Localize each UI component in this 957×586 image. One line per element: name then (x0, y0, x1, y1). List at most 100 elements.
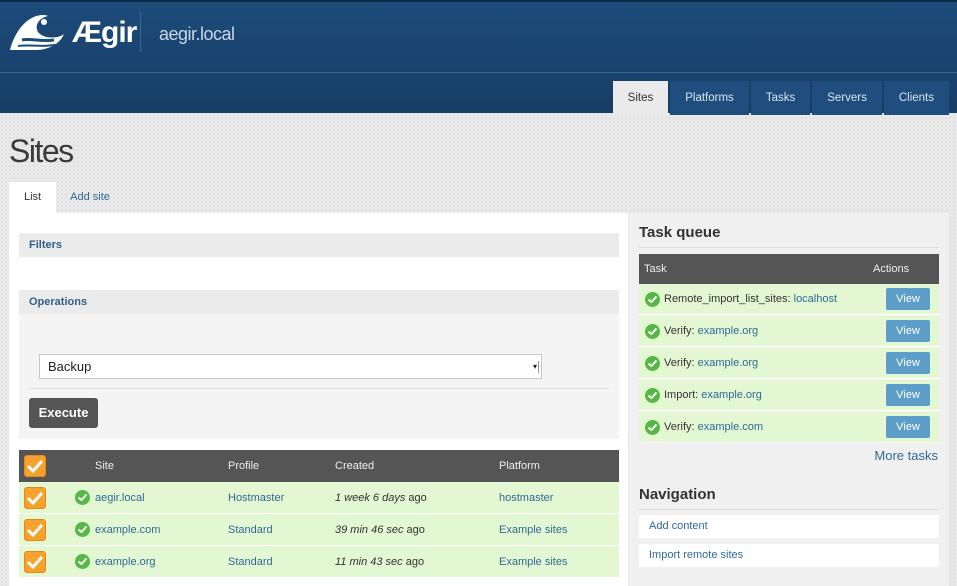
operation-select[interactable]: Backup ▾ (39, 354, 542, 379)
site-link[interactable]: example.org (95, 546, 156, 578)
navigation-title: Navigation (639, 486, 716, 503)
more-tasks-link[interactable]: More tasks (874, 448, 938, 463)
operations-divider (29, 388, 609, 389)
column-header-site[interactable]: Site (95, 450, 114, 482)
row-checkbox[interactable] (24, 519, 46, 541)
status-ok-icon (645, 356, 660, 371)
profile-link[interactable]: Standard (228, 546, 273, 578)
checkmark-icon (27, 523, 43, 537)
site-link[interactable]: example.com (95, 514, 160, 546)
checkmark-icon (27, 491, 43, 505)
nav-link-import-remote-sites[interactable]: Import remote sites (639, 544, 939, 567)
task-label: Remote_import_list_sites: (664, 293, 791, 305)
task-queue-header: Task Actions (639, 254, 939, 284)
chevron-down-icon: ▾ (533, 361, 539, 373)
status-ok-icon (645, 388, 660, 403)
platform-link[interactable]: hostmaster (499, 482, 553, 514)
view-button[interactable]: View (886, 384, 930, 406)
operations-panel: Backup ▾ Execute (19, 314, 619, 439)
status-ok-icon (645, 292, 660, 307)
execute-button[interactable]: Execute (29, 398, 98, 428)
checkmark-icon (27, 555, 43, 569)
platform-link[interactable]: Example sites (499, 514, 567, 546)
task-target-link[interactable]: localhost (794, 293, 837, 305)
task-label: Verify: (664, 357, 695, 369)
column-header-profile[interactable]: Profile (228, 450, 259, 482)
column-header-created[interactable]: Created (335, 450, 374, 482)
aegir-logo-icon[interactable] (8, 10, 66, 52)
select-all-checkbox[interactable] (24, 455, 46, 477)
profile-link[interactable]: Standard (228, 514, 273, 546)
nav-link-add-content[interactable]: Add content (639, 515, 939, 538)
task-target-link[interactable]: example.org (698, 325, 759, 337)
column-header-platform[interactable]: Platform (499, 450, 540, 482)
created-cell: 11 min 43 sec ago (335, 546, 424, 578)
profile-link[interactable]: Hostmaster (228, 482, 284, 514)
checkmark-icon (27, 459, 43, 473)
logo-wordmark[interactable]: Ægir (72, 16, 137, 50)
sidebar: Task queue Task Actions Remote_import_li… (629, 213, 949, 586)
task-text: Remote_import_list_sites: localhost (664, 284, 837, 315)
filters-header[interactable]: Filters (19, 233, 619, 257)
task-queue-rule (639, 247, 939, 248)
table-row: example.org Standard 11 min 43 sec ago E… (19, 546, 619, 578)
created-suffix: ago (403, 524, 425, 536)
task-text: Verify: example.com (664, 412, 763, 443)
task-row: Verify: example.com View (639, 412, 939, 443)
view-button[interactable]: View (886, 320, 930, 342)
nav-tab-servers[interactable]: Servers (812, 81, 882, 115)
task-text: Verify: example.org (664, 348, 758, 379)
task-label: Verify: (664, 421, 695, 433)
nav-tab-sites[interactable]: Sites (612, 81, 669, 115)
created-suffix: ago (405, 492, 427, 504)
tab-list[interactable]: List (9, 182, 57, 213)
status-ok-icon (75, 490, 90, 505)
task-row: Import: example.org View (639, 380, 939, 411)
operation-select-value: Backup (48, 359, 92, 374)
main-nav: Sites Platforms Tasks Servers Clients (611, 81, 949, 115)
page-title: Sites (9, 133, 74, 169)
status-ok-icon (645, 420, 660, 435)
view-button[interactable]: View (886, 416, 930, 438)
header-rule (0, 72, 957, 73)
status-ok-icon (75, 522, 90, 537)
operations-header[interactable]: Operations (19, 290, 619, 314)
page-tabs: List Add site (9, 182, 124, 213)
task-row: Verify: example.org View (639, 348, 939, 379)
created-value: 1 week 6 days (335, 492, 406, 504)
task-label: Import: (664, 389, 699, 401)
column-header-task: Task (644, 263, 667, 275)
task-row: Verify: example.org View (639, 316, 939, 347)
status-ok-icon (75, 554, 90, 569)
site-header: Ægir aegir.local Sites Platforms Tasks S… (0, 0, 957, 115)
platform-link[interactable]: Example sites (499, 546, 567, 578)
created-value: 11 min 43 sec (335, 556, 403, 568)
main-content: Filters Operations Backup ▾ Execute Site… (9, 213, 628, 586)
view-button[interactable]: View (886, 288, 930, 310)
created-cell: 39 min 46 sec ago (335, 514, 425, 546)
nav-tab-clients[interactable]: Clients (883, 81, 949, 115)
task-text: Verify: example.org (664, 316, 758, 347)
task-text: Import: example.org (664, 380, 762, 411)
nav-tab-platforms[interactable]: Platforms (670, 81, 749, 115)
tab-add-site[interactable]: Add site (56, 182, 124, 213)
site-name[interactable]: aegir.local (159, 24, 235, 45)
nav-tab-tasks[interactable]: Tasks (750, 81, 811, 115)
column-header-actions: Actions (873, 263, 910, 275)
table-row: example.com Standard 39 min 46 sec ago E… (19, 514, 619, 546)
task-row: Remote_import_list_sites: localhost View (639, 284, 939, 315)
row-checkbox[interactable] (24, 551, 46, 573)
created-value: 39 min 46 sec (335, 524, 404, 536)
task-target-link[interactable]: example.org (701, 389, 762, 401)
site-link[interactable]: aegir.local (95, 482, 145, 514)
task-queue-title: Task queue (639, 224, 721, 241)
task-target-link[interactable]: example.com (698, 421, 763, 433)
view-button[interactable]: View (886, 352, 930, 374)
sites-table-header: Site Profile Created Platform (19, 450, 619, 482)
table-row: aegir.local Hostmaster 1 week 6 days ago… (19, 482, 619, 514)
navigation-rule (639, 509, 939, 510)
created-cell: 1 week 6 days ago (335, 482, 427, 514)
row-checkbox[interactable] (24, 487, 46, 509)
sites-table: Site Profile Created Platform aegir.loca… (19, 450, 619, 578)
task-target-link[interactable]: example.org (698, 357, 759, 369)
